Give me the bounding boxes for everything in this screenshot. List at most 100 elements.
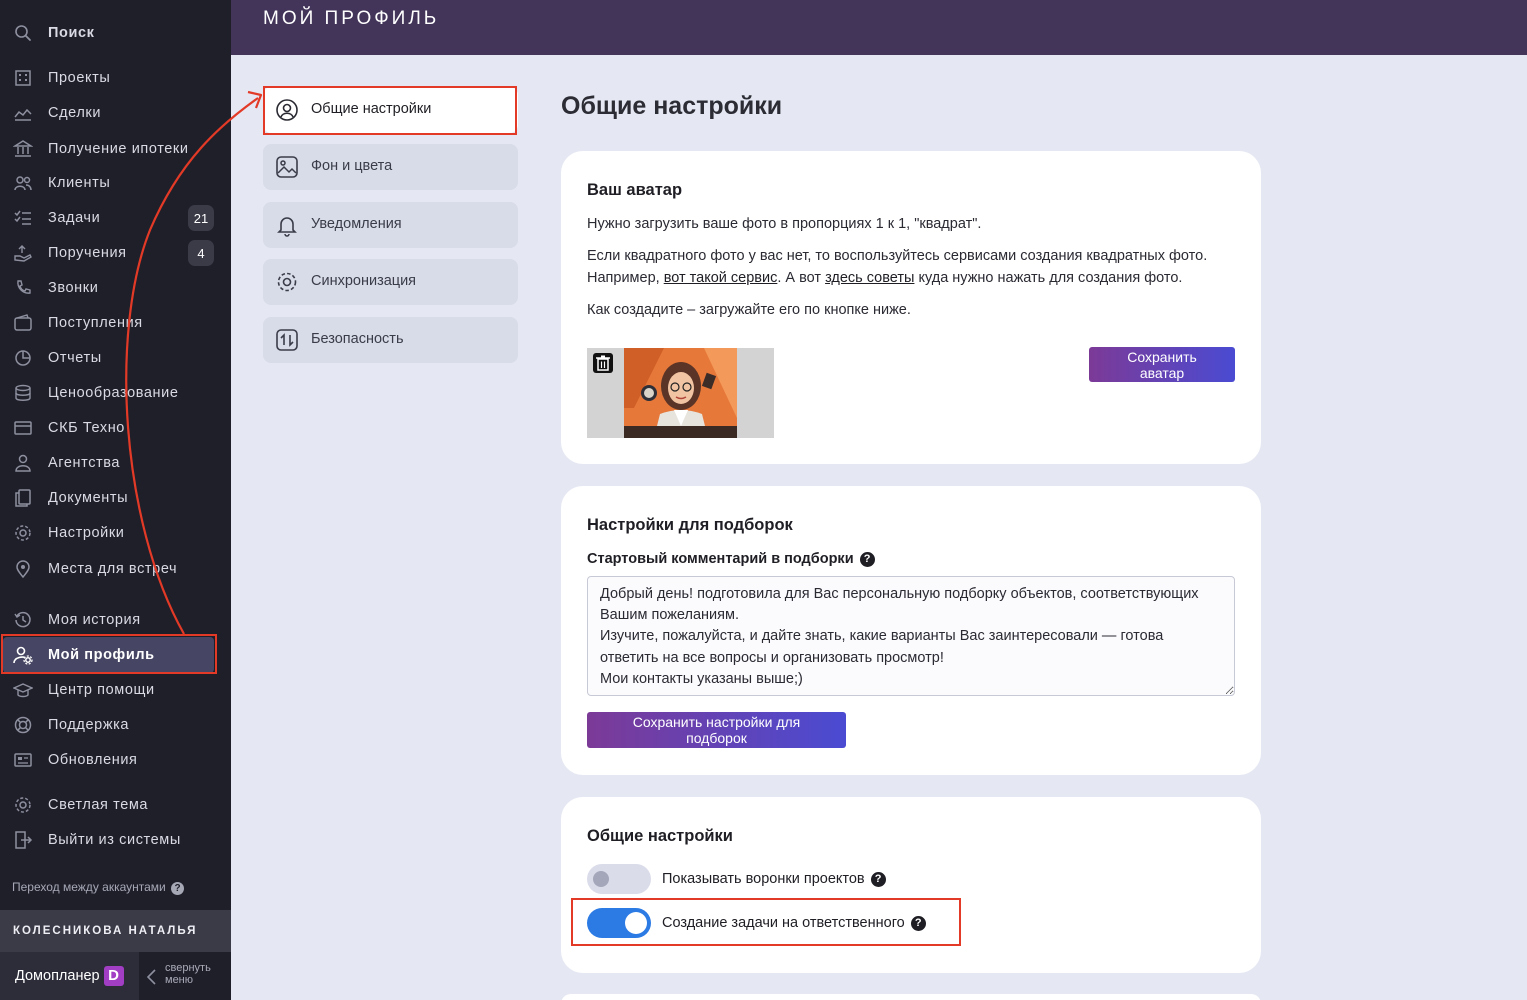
- swap-icon: [275, 328, 299, 352]
- save-avatar-button[interactable]: Сохранить аватар: [1089, 347, 1235, 382]
- exit-icon: [13, 830, 33, 850]
- toggle-knob: [593, 871, 609, 887]
- toggle-label-text: Создание задачи на ответственного: [662, 915, 905, 931]
- account-switch-label: Переход между аккаунтами: [12, 880, 166, 894]
- general-settings-card: Общие настройки Показывать воронки проек…: [561, 797, 1261, 973]
- text-segment: Например,: [587, 270, 660, 286]
- help-icon[interactable]: ?: [859, 551, 875, 567]
- search-icon: [13, 23, 33, 43]
- text-segment: куда нужно нажать для создания фото.: [918, 270, 1183, 286]
- start-comment-textarea[interactable]: Добрый день! подготовила для Вас персона…: [587, 576, 1235, 696]
- sidebar-search[interactable]: Поиск: [0, 18, 231, 48]
- page-title: Общие настройки: [561, 92, 783, 120]
- next-card-edge: [561, 994, 1261, 1000]
- tasks-icon: [13, 208, 33, 228]
- users-icon: [13, 173, 33, 193]
- logo-text: Домопланер: [15, 968, 100, 984]
- help-icon[interactable]: ?: [910, 915, 926, 931]
- save-selection-settings-button[interactable]: Сохранить настройки для подборок: [587, 712, 846, 748]
- sidebar-item-label: Обновления: [48, 752, 138, 768]
- card-title: Ваш аватар: [587, 181, 683, 199]
- tab-general-settings[interactable]: Общие настройки: [263, 87, 518, 133]
- window-icon: [13, 418, 33, 438]
- avatar-upload-hint: Как создадите – загружайте его по кнопке…: [587, 302, 911, 318]
- account-switch-link[interactable]: Переход между аккаунтами ?: [12, 880, 185, 895]
- sidebar-item-light-theme[interactable]: Светлая тема: [0, 790, 231, 820]
- logo[interactable]: Домопланер D: [0, 952, 139, 1000]
- graduation-icon: [13, 680, 33, 700]
- avatar-card: Ваш аватар Нужно загрузить ваше фото в п…: [561, 151, 1261, 464]
- sidebar-item-income[interactable]: Поступления: [0, 308, 231, 338]
- sidebar-item-meeting-places[interactable]: Места для встреч: [0, 554, 231, 584]
- sidebar-item-clients[interactable]: Клиенты: [0, 168, 231, 198]
- collapse-menu-label: свернуть меню: [165, 962, 211, 986]
- gear-icon: [275, 270, 299, 294]
- gear-icon: [13, 795, 33, 815]
- sidebar-item-help-center[interactable]: Центр помощи: [0, 675, 231, 705]
- tab-security[interactable]: Безопасность: [263, 317, 518, 363]
- service-link[interactable]: вот такой сервис: [664, 270, 778, 286]
- sidebar-item-label: Звонки: [48, 280, 99, 296]
- bell-icon: [275, 213, 299, 237]
- delete-avatar-button[interactable]: [593, 353, 613, 373]
- sidebar-item-agencies[interactable]: Агентства: [0, 448, 231, 478]
- sidebar-item-logout[interactable]: Выйти из системы: [0, 825, 231, 855]
- sidebar-item-label: Поддержка: [48, 717, 130, 733]
- collapse-menu-button[interactable]: свернуть меню: [145, 960, 231, 994]
- chevron-left-icon: [146, 969, 156, 985]
- sidebar-item-label: Документы: [48, 490, 129, 506]
- sidebar-item-projects[interactable]: Проекты: [0, 63, 231, 93]
- news-icon: [13, 750, 33, 770]
- help-icon[interactable]: ?: [870, 871, 886, 887]
- card-title: Настройки для подборок: [587, 516, 793, 534]
- sidebar-item-support[interactable]: Поддержка: [0, 710, 231, 740]
- lifebuoy-icon: [13, 715, 33, 735]
- logo-mark: D: [103, 966, 124, 986]
- sidebar-item-label: Проекты: [48, 70, 111, 86]
- toggle-row-task-for-responsible: Создание задачи на ответственного ?: [587, 908, 926, 938]
- card-title: Общие настройки: [587, 827, 733, 845]
- avatar-image: [624, 348, 737, 438]
- sidebar-item-calls[interactable]: Звонки: [0, 273, 231, 303]
- show-funnels-toggle[interactable]: [587, 864, 651, 894]
- toggle-label-text: Показывать воронки проектов: [662, 871, 865, 887]
- history-icon: [13, 610, 33, 630]
- tab-notifications[interactable]: Уведомления: [263, 202, 518, 248]
- sidebar-item-tasks[interactable]: Задачи 21: [0, 203, 231, 233]
- tab-label: Уведомления: [311, 216, 402, 232]
- toggle-row-show-funnels: Показывать воронки проектов ?: [587, 864, 886, 894]
- sidebar-item-my-profile[interactable]: Мой профиль: [3, 637, 214, 673]
- wallet-icon: [13, 313, 33, 333]
- sidebar-item-label: Поступления: [48, 315, 143, 331]
- sidebar-item-reports[interactable]: Отчеты: [0, 343, 231, 373]
- toggle-knob: [625, 912, 647, 934]
- sidebar-item-assignments[interactable]: Поручения 4: [0, 238, 231, 268]
- sidebar-item-updates[interactable]: Обновления: [0, 745, 231, 775]
- sidebar-item-deals[interactable]: Сделки: [0, 98, 231, 128]
- avatar-preview: [587, 348, 774, 438]
- sidebar-item-label: Клиенты: [48, 175, 111, 191]
- coins-icon: [13, 383, 33, 403]
- sidebar-item-settings[interactable]: Настройки: [0, 518, 231, 548]
- image-icon: [275, 155, 299, 179]
- tab-sync[interactable]: Синхронизация: [263, 259, 518, 305]
- sidebar-item-history[interactable]: Моя история: [0, 605, 231, 635]
- sidebar-item-label: Светлая тема: [48, 797, 149, 813]
- sidebar-item-skb-techno[interactable]: СКБ Техно: [0, 413, 231, 443]
- sidebar-item-label: СКБ Техно: [48, 420, 125, 436]
- help-icon[interactable]: ?: [171, 882, 185, 895]
- sidebar-item-documents[interactable]: Документы: [0, 483, 231, 513]
- handshake-icon: [13, 103, 33, 123]
- sidebar-item-mortgage[interactable]: Получение ипотеки: [0, 134, 231, 164]
- sidebar-item-label: Задачи: [48, 210, 101, 226]
- tab-background-colors[interactable]: Фон и цвета: [263, 144, 518, 190]
- task-for-responsible-toggle[interactable]: [587, 908, 651, 938]
- phone-icon: [13, 278, 33, 298]
- hand-icon: [13, 243, 33, 263]
- tips-link[interactable]: здесь советы: [825, 270, 914, 286]
- toggle-label: Показывать воронки проектов ?: [662, 871, 886, 887]
- sidebar-item-pricing[interactable]: Ценообразование: [0, 378, 231, 408]
- chart-icon: [13, 348, 33, 368]
- sidebar-item-label: Мой профиль: [48, 647, 155, 663]
- agent-icon: [13, 453, 33, 473]
